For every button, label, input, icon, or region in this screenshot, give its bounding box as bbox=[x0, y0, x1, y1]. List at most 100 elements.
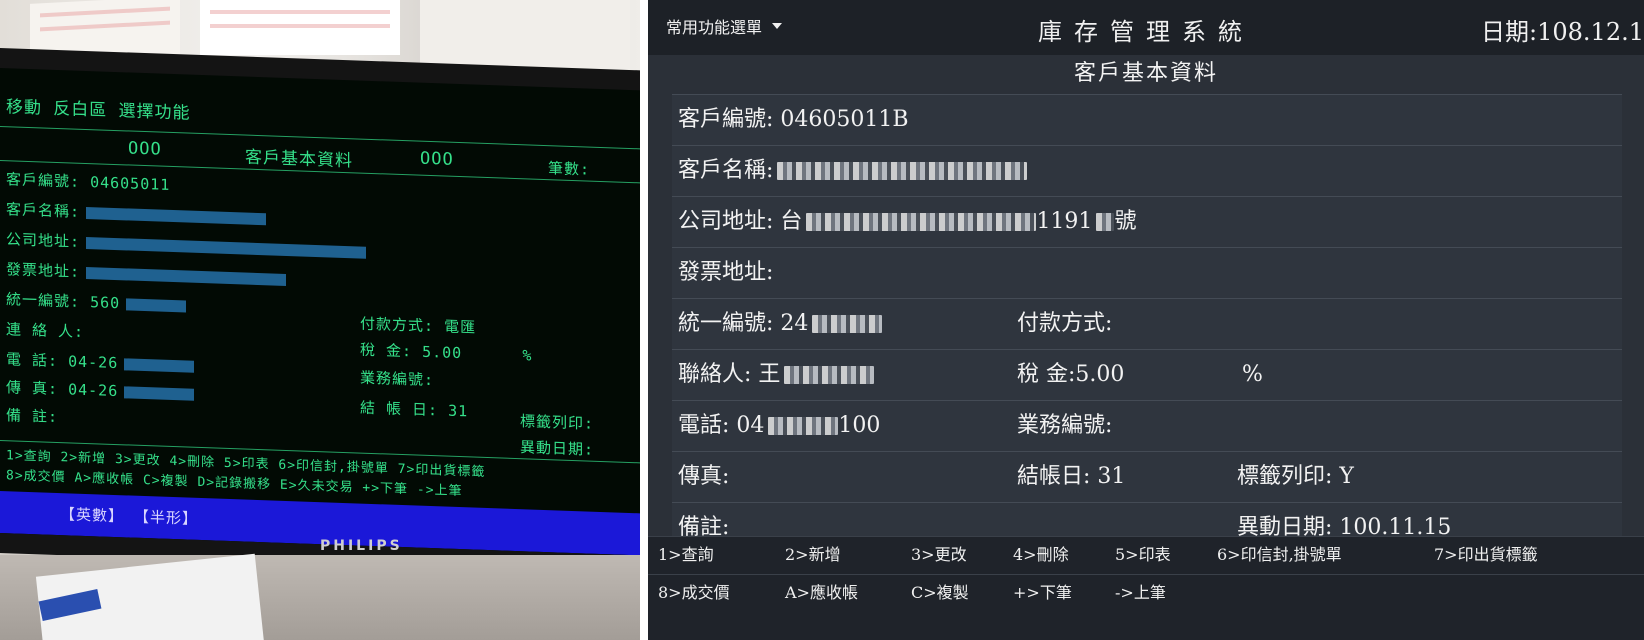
redacted-text bbox=[777, 162, 1028, 180]
sales-no-field[interactable]: 業務編號: bbox=[1017, 401, 1112, 451]
tax-value: 5.00 bbox=[1075, 362, 1125, 387]
terminal-row: 結 帳 日: 31 bbox=[360, 398, 469, 421]
redacted-text bbox=[806, 213, 1037, 231]
redacted-text bbox=[1096, 213, 1115, 231]
form-row: 聯絡人: 王 稅 金:5.00 % bbox=[672, 349, 1622, 400]
invoice-address-label: 發票地址: bbox=[678, 260, 774, 285]
previous-record-button[interactable]: ->上筆 bbox=[1115, 575, 1166, 611]
customer-no-field[interactable]: 客戶編號: 04605011B bbox=[678, 95, 909, 145]
page-title: 客戶基本資料 bbox=[1073, 61, 1218, 86]
redacted-text bbox=[768, 417, 839, 435]
terminal-row: 發票地址: bbox=[6, 258, 287, 289]
phone-value-end: 100 bbox=[838, 413, 881, 438]
contact-field[interactable]: 聯絡人: 王 bbox=[678, 350, 875, 400]
label-print-label: 標籤列印: bbox=[1237, 464, 1333, 489]
terminal-row: 公司地址: bbox=[6, 228, 367, 262]
monitor-brand: PHILIPS bbox=[320, 538, 403, 554]
date-display: 日期:108.12.1 bbox=[1481, 18, 1644, 46]
company-address-start: 台 bbox=[780, 209, 803, 234]
edit-button[interactable]: 3>更改 bbox=[911, 537, 967, 573]
query-button[interactable]: 1>查詢 bbox=[658, 537, 714, 573]
terminal-row: 電 話: 04-26 bbox=[6, 348, 195, 376]
fax-field[interactable]: 傳真: bbox=[678, 452, 729, 502]
delete-button[interactable]: 4>刪除 bbox=[1013, 537, 1069, 573]
closing-day-value: 31 bbox=[1097, 464, 1126, 489]
terminal-row: 業務編號: bbox=[360, 368, 435, 390]
fax-label: 傳真: bbox=[678, 464, 730, 489]
function-row: 8>成交價 A>應收帳 C>複製 +>下筆 ->上筆 bbox=[648, 574, 1644, 611]
paper-stack bbox=[420, 0, 630, 72]
customer-form: 客戶編號: 04605011B 客戶名稱: 公司地址: 台 1191 號 發票地址:… bbox=[672, 94, 1622, 554]
payment-method-field[interactable]: 付款方式: bbox=[1017, 299, 1112, 349]
sales-no-label: 業務編號: bbox=[1017, 413, 1113, 438]
terminal-row: 客戶名稱: bbox=[6, 198, 267, 228]
form-row: 客戶名稱: bbox=[672, 145, 1622, 196]
tax-field[interactable]: 稅 金:5.00 bbox=[1017, 350, 1124, 400]
terminal-row: 客戶編號: 04605011 bbox=[6, 170, 171, 194]
customer-name-field[interactable]: 客戶名稱: bbox=[678, 146, 1028, 196]
print-envelope-button[interactable]: 6>印信封,掛號單 bbox=[1217, 537, 1342, 573]
customer-no-value: 04605011B bbox=[780, 107, 909, 132]
terminal-photo: 移動 反白區 選擇功能 OOO 客戶基本資料 OOO 筆數: 客戶編號: 046… bbox=[0, 0, 640, 640]
phone-value-start: 04 bbox=[736, 413, 765, 438]
paper-stack bbox=[200, 0, 400, 55]
desk bbox=[0, 553, 640, 640]
form-row: 發票地址: bbox=[672, 247, 1622, 298]
terminal-row: 統一編號: 560 bbox=[6, 288, 187, 315]
receivables-button[interactable]: A>應收帳 bbox=[785, 575, 858, 611]
company-address-end: 號 bbox=[1114, 209, 1137, 234]
tax-percent-unit: % bbox=[1242, 362, 1263, 387]
payment-method-label: 付款方式: bbox=[1017, 311, 1113, 336]
terminal-row: 連 絡 人: bbox=[6, 320, 85, 341]
terminal-header-left-mark: OOO bbox=[128, 138, 162, 160]
terminal-status-text: 【英數】 【半形】 bbox=[60, 505, 199, 528]
contact-label: 聯絡人: bbox=[678, 362, 752, 387]
monitor: 移動 反白區 選擇功能 OOO 客戶基本資料 OOO 筆數: 客戶編號: 046… bbox=[0, 48, 640, 576]
unified-no-label: 統一編號: bbox=[678, 311, 774, 336]
unified-no-value: 24 bbox=[780, 311, 809, 336]
terminal-row: 稅 金: 5.00 % bbox=[360, 340, 533, 365]
contact-value: 王 bbox=[758, 362, 781, 387]
customer-no-label: 客戶編號: bbox=[678, 107, 774, 132]
inventory-app: 常用功能選單 庫存管理系統 日期:108.12.1 客戶基本資料 客戶編號: 0… bbox=[648, 0, 1644, 640]
phone-field[interactable]: 電話: 04 100 bbox=[678, 401, 880, 451]
form-row: 客戶編號: 04605011B bbox=[672, 94, 1622, 145]
terminal-header-title: 客戶基本資料 bbox=[245, 147, 353, 172]
terminal-row: 傳 真: 04-26 bbox=[6, 376, 195, 404]
company-address-field[interactable]: 公司地址: 台 1191 號 bbox=[678, 197, 1136, 247]
phone-label: 電話: bbox=[678, 413, 730, 438]
terminal-row: 付款方式: 電匯 bbox=[360, 314, 477, 337]
function-row: 1>查詢 2>新增 3>更改 4>刪除 5>印表 6>印信封,掛號單 7>印出貨… bbox=[648, 536, 1644, 573]
company-address-mid: 1191 bbox=[1036, 209, 1093, 234]
form-row: 公司地址: 台 1191 號 bbox=[672, 196, 1622, 247]
redacted-text bbox=[812, 315, 883, 333]
form-row: 傳真: 結帳日: 31 標籤列印: Y bbox=[672, 451, 1622, 502]
copy-button[interactable]: C>複製 bbox=[911, 575, 969, 611]
company-address-label: 公司地址: bbox=[678, 209, 774, 234]
closing-day-label: 結帳日: bbox=[1017, 464, 1091, 489]
tax-label: 稅 金: bbox=[1017, 362, 1076, 387]
label-print-value: Y bbox=[1339, 464, 1354, 489]
form-row: 電話: 04 100 業務編號: bbox=[672, 400, 1622, 451]
unified-no-field[interactable]: 統一編號: 24 bbox=[678, 299, 883, 349]
print-report-button[interactable]: 5>印表 bbox=[1115, 537, 1171, 573]
top-bar: 常用功能選單 庫存管理系統 日期:108.12.1 bbox=[648, 0, 1644, 55]
print-shipping-label-button[interactable]: 7>印出貨標籤 bbox=[1434, 537, 1538, 573]
terminal-top-line: 移動 反白區 選擇功能 bbox=[6, 97, 191, 124]
terminal-row: 異動日期: bbox=[520, 438, 595, 459]
terminal-count-label: 筆數: bbox=[548, 159, 591, 179]
next-record-button[interactable]: +>下筆 bbox=[1013, 575, 1072, 611]
terminal-screen: 移動 反白區 選擇功能 OOO 客戶基本資料 OOO 筆數: 客戶編號: 046… bbox=[0, 68, 640, 556]
label-print-field[interactable]: 標籤列印: Y bbox=[1237, 452, 1354, 502]
closing-day-field[interactable]: 結帳日: 31 bbox=[1017, 452, 1125, 502]
function-bar: 1>查詢 2>新增 3>更改 4>刪除 5>印表 6>印信封,掛號單 7>印出貨… bbox=[648, 536, 1644, 640]
redacted-text bbox=[784, 366, 875, 384]
terminal-row: 標籤列印: bbox=[520, 412, 595, 433]
customer-name-label: 客戶名稱: bbox=[678, 158, 774, 183]
terminal-row: 備 註: bbox=[6, 406, 59, 427]
form-row: 統一編號: 24 付款方式: bbox=[672, 298, 1622, 349]
terminal-header-right-mark: OOO bbox=[420, 148, 454, 170]
deal-price-button[interactable]: 8>成交價 bbox=[658, 575, 730, 611]
add-button[interactable]: 2>新增 bbox=[785, 537, 841, 573]
invoice-address-field[interactable]: 發票地址: bbox=[678, 248, 773, 298]
